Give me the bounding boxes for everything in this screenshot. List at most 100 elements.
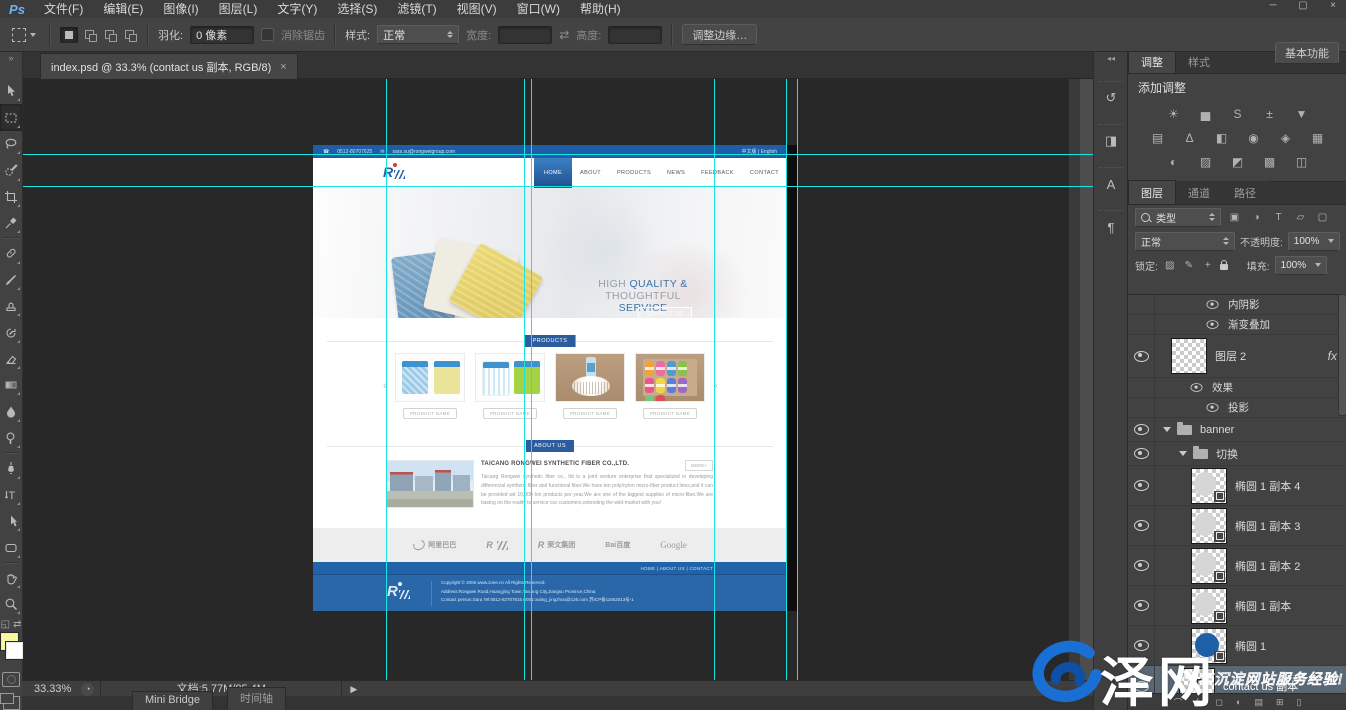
shape-tool[interactable] xyxy=(0,534,22,560)
posterize-icon[interactable]: ▨ xyxy=(1194,153,1218,171)
document-tab[interactable]: index.psd @ 33.3% (contact us 副本, RGB/8)… xyxy=(40,53,298,79)
layer-thumbnail[interactable] xyxy=(1191,468,1227,504)
zoom-level-field[interactable]: 33.33% xyxy=(22,683,81,695)
move-tool[interactable] xyxy=(0,78,22,104)
layer-thumbnail[interactable] xyxy=(1191,548,1227,584)
menu-window[interactable]: 窗口(W) xyxy=(507,0,570,18)
menu-file[interactable]: 文件(F) xyxy=(34,0,93,18)
crop-tool[interactable] xyxy=(0,184,22,210)
guide[interactable] xyxy=(786,78,787,680)
filter-smart-objects-icon[interactable]: ▢ xyxy=(1314,212,1331,223)
layer-thumbnail[interactable] xyxy=(1191,508,1227,544)
ps-logo[interactable]: Ps xyxy=(0,2,34,17)
lock-paint-icon[interactable]: ✎ xyxy=(1182,260,1196,271)
layer-effect-row[interactable]: 内阴影 xyxy=(1128,295,1346,315)
tab-mini-bridge[interactable]: Mini Bridge xyxy=(132,691,213,710)
layers-scrollbar-thumb[interactable] xyxy=(1338,294,1346,416)
toolbar-header[interactable]: » xyxy=(0,51,23,78)
add-selection-button[interactable] xyxy=(80,27,98,43)
pen-tool[interactable] xyxy=(0,455,22,481)
menu-filter[interactable]: 滤镜(T) xyxy=(387,0,446,18)
blend-mode-dropdown[interactable]: 正常 xyxy=(1135,232,1235,251)
visibility-eye-icon[interactable] xyxy=(1134,448,1149,459)
threshold-icon[interactable]: ◩ xyxy=(1226,153,1250,171)
filter-adjustment-layers-icon[interactable]: ◑ xyxy=(1248,212,1265,223)
tool-preset-picker[interactable] xyxy=(8,26,40,44)
lock-transparency-icon[interactable]: ▨ xyxy=(1163,260,1177,271)
visibility-eye-icon[interactable] xyxy=(1207,403,1219,412)
guide[interactable] xyxy=(524,78,525,680)
lock-position-icon[interactable]: + xyxy=(1201,260,1215,271)
canvas-area[interactable]: ☎ 0512-80707625 ✉ sara.xu@rongweigroup.c… xyxy=(22,78,1093,680)
filter-pixel-layers-icon[interactable]: ▣ xyxy=(1226,212,1243,223)
layer-row[interactable]: 椭圆 1 副本 2 xyxy=(1128,546,1346,586)
properties-panel-icon[interactable]: ◨ xyxy=(1099,124,1123,153)
live-preview-icon[interactable]: ◔ xyxy=(81,683,94,696)
group-expand-icon[interactable] xyxy=(1179,451,1187,456)
subtract-selection-button[interactable] xyxy=(100,27,118,43)
curves-icon[interactable]: S xyxy=(1226,105,1250,123)
delete-layer-icon[interactable]: ▯ xyxy=(1297,697,1302,708)
filter-shape-layers-icon[interactable]: ▱ xyxy=(1292,212,1309,223)
antialias-checkbox[interactable] xyxy=(261,28,274,41)
background-color-swatch[interactable] xyxy=(6,642,23,659)
guide[interactable] xyxy=(714,78,715,680)
layer-group-row[interactable]: 切换 xyxy=(1128,442,1346,466)
layer-row[interactable]: 椭圆 1 副本 4 xyxy=(1128,466,1346,506)
tab-layers[interactable]: 图层 xyxy=(1128,180,1176,204)
lock-all-icon[interactable] xyxy=(1220,264,1228,270)
guide[interactable] xyxy=(22,186,1093,187)
fill-dropdown[interactable]: 100% xyxy=(1275,256,1327,275)
eraser-tool[interactable] xyxy=(0,346,22,372)
paragraph-panel-icon[interactable]: ¶ xyxy=(1099,210,1123,239)
visibility-eye-icon[interactable] xyxy=(1134,351,1149,362)
refine-edge-button[interactable]: 调整边缘… xyxy=(682,24,757,45)
workspace-switcher-button[interactable]: 基本功能 xyxy=(1275,42,1339,64)
visibility-eye-icon[interactable] xyxy=(1191,383,1203,392)
add-mask-icon[interactable]: ◻ xyxy=(1216,697,1223,708)
gradient-map-icon[interactable]: ▩ xyxy=(1258,153,1282,171)
style-dropdown[interactable]: 正常 xyxy=(377,25,459,44)
visibility-eye-icon[interactable] xyxy=(1134,600,1149,611)
layer-effect-row[interactable]: 效果 xyxy=(1128,378,1346,398)
layer-thumbnail[interactable] xyxy=(1191,588,1227,624)
layer-thumbnail[interactable] xyxy=(1171,338,1207,374)
new-selection-button[interactable] xyxy=(60,27,78,43)
width-input[interactable] xyxy=(498,26,552,44)
visibility-eye-icon[interactable] xyxy=(1134,424,1149,435)
levels-icon[interactable]: ▅ xyxy=(1194,105,1218,123)
menu-image[interactable]: 图像(I) xyxy=(153,0,208,18)
eyedropper-tool[interactable] xyxy=(0,210,22,236)
layer-row[interactable]: 椭圆 1 副本 xyxy=(1128,586,1346,626)
close-button[interactable]: × xyxy=(1326,0,1340,11)
guide[interactable] xyxy=(797,78,798,680)
layer-effect-row[interactable]: 投影 xyxy=(1128,398,1346,418)
lasso-tool[interactable] xyxy=(0,131,22,157)
guide[interactable] xyxy=(531,78,532,680)
history-panel-icon[interactable]: ↺ xyxy=(1099,81,1123,110)
tab-channels[interactable]: 通道 xyxy=(1176,181,1222,204)
feather-input[interactable]: 0 像素 xyxy=(190,26,254,44)
layer-row[interactable]: 椭圆 1 副本 3 xyxy=(1128,506,1346,546)
selective-color-icon[interactable]: ◫ xyxy=(1290,153,1314,171)
opacity-dropdown[interactable]: 100% xyxy=(1288,232,1340,251)
character-panel-icon[interactable]: A xyxy=(1099,167,1123,196)
collapse-panels-icon[interactable]: ◂◂ xyxy=(1094,51,1128,67)
status-flyout-icon[interactable]: ▶ xyxy=(350,684,357,695)
layer-effect-row[interactable]: 渐变叠加 xyxy=(1128,315,1346,335)
quick-selection-tool[interactable] xyxy=(0,157,22,183)
quick-mask-button[interactable] xyxy=(2,672,20,687)
exposure-icon[interactable]: ± xyxy=(1258,105,1282,123)
tab-styles[interactable]: 样式 xyxy=(1176,50,1222,73)
fx-badge[interactable]: fx xyxy=(1328,349,1337,363)
brush-tool[interactable] xyxy=(0,267,22,293)
scrollbar-track[interactable] xyxy=(1069,78,1080,680)
menu-view[interactable]: 视图(V) xyxy=(447,0,507,18)
menu-type[interactable]: 文字(Y) xyxy=(267,0,327,18)
visibility-eye-icon[interactable] xyxy=(1134,520,1149,531)
brightness-contrast-icon[interactable]: ☀ xyxy=(1162,105,1186,123)
invert-icon[interactable]: ◐ xyxy=(1162,153,1186,171)
guide[interactable] xyxy=(386,78,387,680)
close-tab-icon[interactable]: × xyxy=(280,61,286,73)
menu-layer[interactable]: 图层(L) xyxy=(209,0,268,18)
